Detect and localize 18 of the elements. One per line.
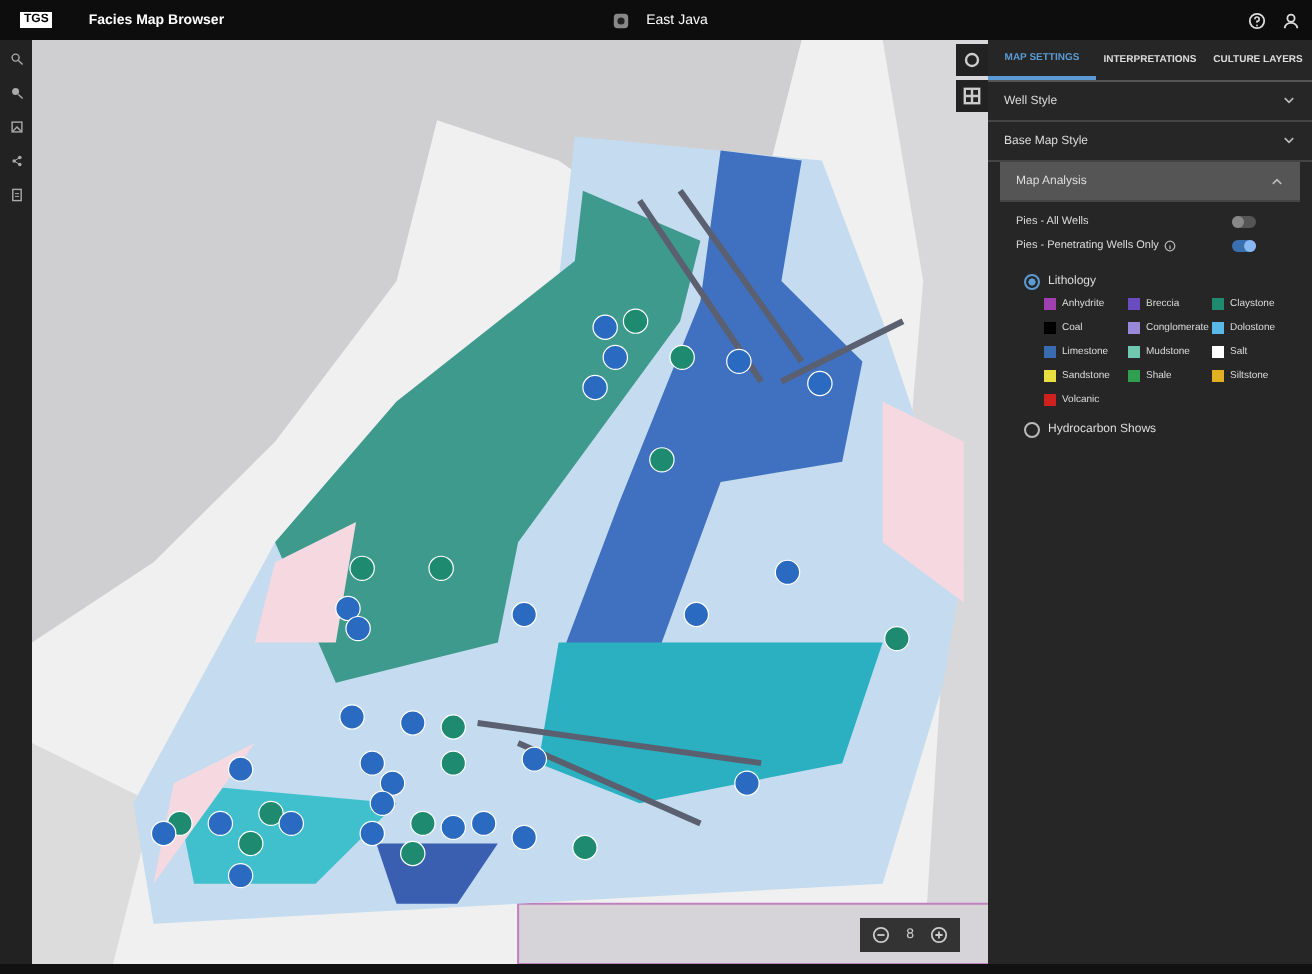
chevron-up-icon (1270, 174, 1284, 188)
toggle-switch[interactable] (1232, 240, 1256, 252)
radio-button[interactable] (1024, 422, 1040, 438)
image-icon[interactable] (9, 120, 23, 134)
share-icon[interactable] (9, 154, 23, 168)
toggle-switch[interactable] (1232, 216, 1256, 228)
document-icon[interactable] (9, 188, 23, 202)
zoom-out-button[interactable] (872, 926, 891, 944)
grid-icon[interactable] (956, 80, 988, 112)
info-icon[interactable] (1164, 240, 1177, 252)
zoom-in-button[interactable] (930, 926, 948, 944)
chevron-down-icon (1282, 94, 1296, 108)
chevron-down-icon (1282, 134, 1296, 148)
search-icon[interactable] (9, 52, 23, 66)
help-icon[interactable] (1248, 11, 1266, 29)
user-icon[interactable] (1282, 11, 1300, 29)
zoom-icon[interactable] (9, 86, 23, 100)
radio-button[interactable] (1024, 274, 1040, 290)
